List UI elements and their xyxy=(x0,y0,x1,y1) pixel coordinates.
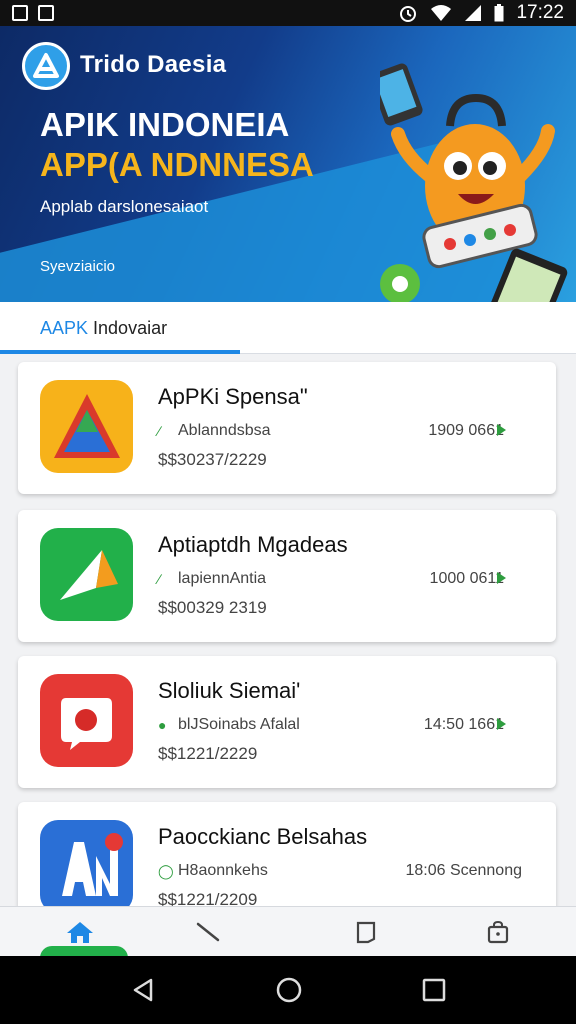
play-icon[interactable] xyxy=(497,424,506,436)
section-header[interactable]: AAPK Indovaiar xyxy=(0,302,576,354)
ring-icon: ◯ xyxy=(158,863,174,879)
app-title: Sloliuk Siemai' xyxy=(158,678,301,703)
mascot-illustration xyxy=(380,63,568,302)
app-logo-icon xyxy=(22,42,70,90)
battery-icon xyxy=(494,4,504,22)
wifi-icon xyxy=(431,5,452,21)
notification-icon xyxy=(12,5,28,21)
app-developer: ◯ H8aonnkehs xyxy=(158,862,268,879)
home-icon[interactable] xyxy=(60,915,100,949)
back-slash-icon[interactable] xyxy=(188,915,228,949)
banner-headline-secondary: APP(A NDNNESA xyxy=(40,146,314,183)
red-triangle-icon xyxy=(40,380,133,473)
app-developer: ∕ lapiennAntia xyxy=(158,570,267,587)
system-back-icon[interactable] xyxy=(129,976,157,1004)
app-meta: 18:06 Scennong xyxy=(405,862,522,879)
play-icon[interactable] xyxy=(497,718,506,730)
clock-text: 17:22 xyxy=(516,2,564,23)
app-title: Paocckianc Belsahas xyxy=(158,824,368,849)
status-bar: 17:22 xyxy=(0,0,576,26)
signal-icon xyxy=(465,5,482,21)
app-card[interactable]: ApPKi Spensa" ∕ Ablanndsbsa 1909 0661 $$… xyxy=(18,362,556,494)
banner-subtitle: Applab darslonesaiaot xyxy=(40,197,209,216)
app-developer: ∕ Ablanndsbsa xyxy=(158,422,271,439)
app-price: $$30237/2229 xyxy=(158,450,267,469)
section-title: AAPK Indovaiar xyxy=(40,318,168,338)
green-arrow-icon xyxy=(40,528,133,621)
promo-banner[interactable]: Trido Daesia APIK INDONEIA APP(A NDNNESA… xyxy=(0,26,576,302)
app-title: ApPKi Spensa" xyxy=(158,384,308,409)
system-navigation-bar xyxy=(0,956,576,1024)
link-icon: ∕ xyxy=(158,571,161,587)
banner-headline: APIK INDONEIA xyxy=(40,106,290,143)
app-meta: 1000 0611 xyxy=(429,570,504,587)
app-card[interactable]: Paocckianc Belsahas ◯ H8aonnkehs 18:06 S… xyxy=(18,802,556,913)
app-price: $$00329 2319 xyxy=(158,598,267,617)
blue-letter-icon xyxy=(40,820,133,913)
app-developer: ● blJSoinabs Afalal xyxy=(158,716,300,733)
system-recents-icon[interactable] xyxy=(421,977,447,1003)
app-meta: 1909 0661 xyxy=(428,422,504,439)
image-notification-icon xyxy=(38,5,54,21)
brand-name: Trido Daesia xyxy=(80,51,227,78)
system-home-icon[interactable] xyxy=(274,975,304,1005)
bag-icon[interactable] xyxy=(478,915,518,949)
badge-icon: ● xyxy=(158,717,167,733)
active-tab-indicator xyxy=(0,350,240,354)
link-icon: ∕ xyxy=(158,423,161,439)
app-price: $$1221/2229 xyxy=(158,744,258,763)
app-card[interactable]: Sloliuk Siemai' ● blJSoinabs Afalal 14:5… xyxy=(18,656,556,788)
play-icon[interactable] xyxy=(497,572,506,584)
red-camera-icon xyxy=(40,674,133,767)
alarm-icon xyxy=(400,6,417,22)
bookmark-icon[interactable] xyxy=(346,915,386,949)
app-title: Aptiaptdh Mgadeas xyxy=(158,532,348,557)
banner-caption: Syevziaicio xyxy=(40,258,116,275)
app-meta: 14:50 1661 xyxy=(423,716,504,733)
app-card[interactable]: Aptiaptdh Mgadeas ∕ lapiennAntia 1000 06… xyxy=(18,510,556,642)
